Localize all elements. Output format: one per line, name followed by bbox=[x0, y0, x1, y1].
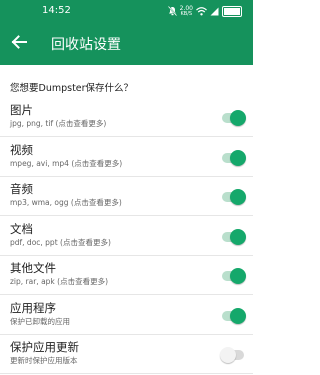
wifi-icon bbox=[196, 6, 207, 15]
setting-toggle[interactable] bbox=[222, 149, 246, 167]
setting-row[interactable]: 保护应用更新更新时保护应用版本 bbox=[0, 335, 253, 374]
setting-toggle[interactable] bbox=[222, 228, 246, 246]
setting-row[interactable]: 其他文件 zip, rar, apk (点击查看更多) bbox=[0, 256, 253, 295]
setting-toggle[interactable] bbox=[222, 109, 246, 127]
status-time: 14:52 bbox=[42, 5, 71, 16]
section-question: 您想要Dumpster保存什么？ bbox=[10, 83, 134, 94]
setting-subtitle: 保护已卸载的应用 bbox=[10, 316, 70, 326]
toggle-thumb bbox=[230, 307, 246, 324]
setting-title: 视频 bbox=[10, 142, 33, 157]
toggle-thumb bbox=[230, 268, 246, 284]
setting-title: 保护应用更新 bbox=[10, 340, 79, 354]
setting-subtitle: 更新时保护应用版本 bbox=[10, 356, 78, 365]
setting-subtitle: zip, rar, apk (点击查看更多) bbox=[10, 277, 109, 286]
toggle-thumb bbox=[230, 228, 246, 245]
setting-title: 文档 bbox=[10, 221, 33, 236]
toggle-thumb bbox=[230, 110, 246, 126]
battery-icon bbox=[222, 5, 242, 17]
network-speed-unit: KB/S bbox=[180, 10, 193, 17]
setting-toggle[interactable] bbox=[222, 307, 246, 325]
signal-icon bbox=[210, 7, 219, 15]
mute-icon bbox=[167, 6, 177, 16]
setting-row[interactable]: 文档 pdf, doc, ppt (点击查看更多) bbox=[0, 217, 253, 256]
page-title: 回收站设置 bbox=[51, 37, 121, 53]
arrow-left-icon[interactable] bbox=[9, 32, 29, 52]
network-speed: 2.00 KB/S bbox=[180, 5, 193, 17]
status-bar: 14:52 2.00 KB/S bbox=[0, 0, 253, 22]
setting-subtitle: jpg, png, tif (点击查看更多) bbox=[10, 119, 107, 128]
setting-title: 图片 bbox=[10, 103, 33, 117]
toggle-thumb bbox=[220, 347, 236, 363]
setting-title: 其他文件 bbox=[10, 261, 56, 275]
setting-subtitle: mp3, wma, ogg (点击查看更多) bbox=[10, 198, 122, 207]
setting-subtitle: mpeg, avi, mp4 (点击查看更多) bbox=[10, 158, 123, 168]
setting-toggle[interactable] bbox=[222, 188, 246, 206]
setting-title: 音频 bbox=[10, 182, 33, 196]
setting-title: 应用程序 bbox=[10, 300, 56, 315]
setting-toggle[interactable] bbox=[220, 346, 244, 364]
app-bar: 回收站设置 bbox=[0, 22, 253, 65]
battery-fill bbox=[224, 7, 240, 15]
setting-row[interactable]: 图片 jpg, png, tif (点击查看更多) bbox=[0, 98, 253, 137]
setting-row[interactable]: 音频 mp3, wma, ogg (点击查看更多) bbox=[0, 177, 253, 216]
status-icons: 2.00 KB/S bbox=[167, 4, 242, 18]
toggle-thumb bbox=[230, 189, 246, 205]
setting-toggle[interactable] bbox=[222, 267, 246, 285]
setting-row[interactable]: 视频 mpeg, avi, mp4 (点击查看更多) bbox=[0, 138, 253, 177]
setting-subtitle: pdf, doc, ppt (点击查看更多) bbox=[10, 237, 111, 247]
setting-row[interactable]: 应用程序 保护已卸载的应用 bbox=[0, 296, 253, 335]
toggle-thumb bbox=[230, 149, 246, 166]
